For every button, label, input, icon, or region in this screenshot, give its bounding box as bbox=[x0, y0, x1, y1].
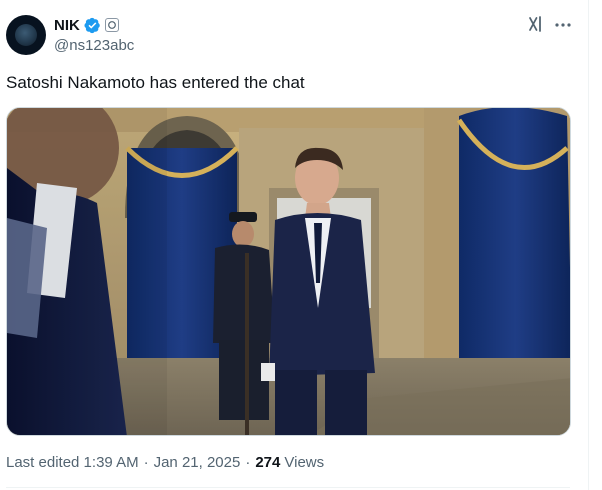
meta-separator: · bbox=[245, 454, 251, 471]
avatar-image bbox=[15, 24, 37, 46]
grok-icon[interactable] bbox=[526, 14, 546, 34]
edited-timestamp[interactable]: Last edited 1:39 AM bbox=[6, 454, 139, 471]
author-handle[interactable]: @ns123abc bbox=[54, 37, 134, 54]
column-border bbox=[588, 0, 589, 490]
affiliation-badge-icon[interactable] bbox=[104, 18, 119, 32]
tweet-photo[interactable] bbox=[6, 107, 571, 436]
tweet-card: NIK @ns123abc Satoshi Nakamoto has enter… bbox=[0, 0, 590, 490]
divider bbox=[6, 487, 570, 488]
more-horizontal-icon[interactable] bbox=[552, 14, 574, 36]
author-display-name[interactable]: NIK bbox=[54, 17, 80, 34]
tweet-text: Satoshi Nakamoto has entered the chat bbox=[6, 73, 305, 92]
post-date[interactable]: Jan 21, 2025 bbox=[154, 454, 241, 471]
tweet-meta: Last edited 1:39 AM · Jan 21, 2025 · 274… bbox=[6, 454, 324, 471]
meta-separator: · bbox=[143, 454, 149, 471]
views-count[interactable]: 274 bbox=[255, 454, 280, 471]
photo-image bbox=[7, 108, 570, 435]
views-label: Views bbox=[284, 454, 325, 471]
author-row: NIK bbox=[54, 15, 119, 35]
verified-badge-icon bbox=[84, 17, 100, 33]
avatar[interactable] bbox=[6, 15, 46, 55]
